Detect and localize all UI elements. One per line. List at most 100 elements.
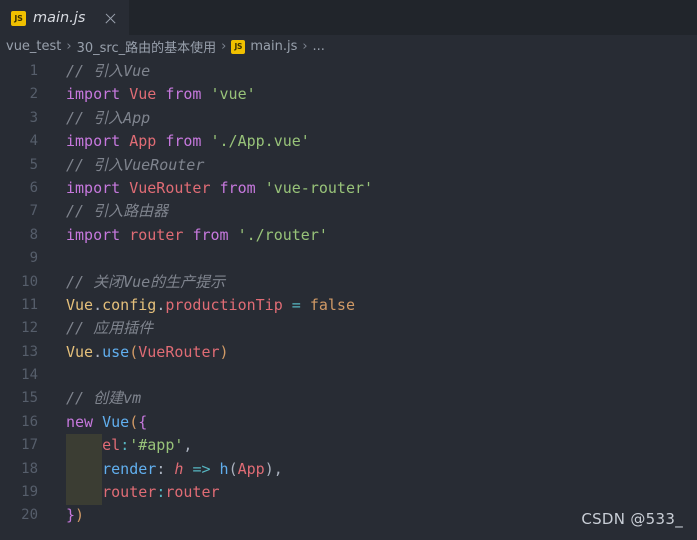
- code-line[interactable]: 4 import App from './App.vue': [0, 130, 697, 153]
- code-line[interactable]: 6 import VueRouter from 'vue-router': [0, 177, 697, 200]
- code-line[interactable]: 16 new Vue({: [0, 411, 697, 434]
- line-number: 14: [21, 367, 38, 384]
- code-line[interactable]: 1 // 引入Vue: [0, 60, 697, 83]
- line-number: 20: [21, 507, 38, 524]
- line-number: 3: [29, 109, 38, 126]
- code-token: productionTip: [165, 295, 283, 314]
- code-line[interactable]: 3 // 引入App: [0, 107, 697, 130]
- code-token: from: [192, 225, 229, 244]
- line-number: 8: [29, 226, 38, 243]
- code-token: false: [309, 295, 355, 314]
- line-number: 17: [21, 437, 38, 454]
- tab-bar-empty-area: [129, 0, 697, 35]
- code-token: router: [129, 225, 184, 244]
- code-token: from: [165, 132, 202, 151]
- code-token: render: [102, 459, 157, 478]
- breadcrumb-item-main-js[interactable]: JS main.js: [231, 39, 297, 54]
- code-token: '#app': [129, 436, 184, 455]
- code-text: }): [38, 504, 84, 527]
- code-token: // 应用插件: [66, 319, 154, 338]
- code-text: // 引入App: [38, 107, 150, 130]
- line-number: 19: [21, 484, 38, 501]
- line-number: 18: [21, 460, 38, 477]
- breadcrumb-item-folder[interactable]: 30_src_路由的基本使用: [77, 37, 217, 56]
- vscode-window: JS main.js vue_test › 30_src_路由的基本使用 › J…: [0, 0, 697, 540]
- code-token: App: [237, 459, 265, 478]
- breadcrumb-label: ...: [312, 39, 325, 54]
- code-text: // 引入VueRouter: [38, 154, 204, 177]
- code-token: router: [102, 483, 157, 502]
- code-line[interactable]: 8 import router from './router': [0, 224, 697, 247]
- code-text: // 应用插件: [38, 317, 153, 340]
- code-editor[interactable]: 1// 引入Vue 2 import Vue from 'vue' 3// 引入App…: [0, 58, 697, 540]
- code-line[interactable]: 12 // 应用插件: [0, 317, 697, 340]
- code-token: }: [66, 506, 76, 525]
- code-line[interactable]: 9: [0, 247, 697, 270]
- code-token: {: [138, 412, 148, 431]
- line-number: 7: [29, 203, 38, 220]
- close-icon[interactable]: [101, 9, 120, 28]
- code-token: .: [156, 295, 166, 314]
- code-text: // 创建vm: [38, 387, 141, 410]
- breadcrumb-label: vue_test: [6, 39, 62, 54]
- breadcrumb-separator-icon: ›: [221, 39, 227, 54]
- code-token: Vue: [129, 85, 157, 104]
- code-token: router: [165, 483, 220, 502]
- editor-tab-label: main.js: [33, 10, 86, 26]
- code-token: // 关闭Vue的生产提示: [66, 272, 226, 291]
- code-line[interactable]: 13 Vue.use(VueRouter): [0, 341, 697, 364]
- code-token: use: [102, 342, 130, 361]
- code-line[interactable]: 17 el:'#app',: [0, 434, 697, 457]
- code-line[interactable]: 7 // 引入路由器: [0, 200, 697, 223]
- code-text: Vue.config.productionTip = false: [38, 294, 355, 317]
- code-token: :: [156, 459, 175, 478]
- code-text: // 引入路由器: [38, 200, 168, 223]
- code-token: import: [66, 85, 121, 104]
- code-token: App: [129, 132, 157, 151]
- editor-tab-bar: JS main.js: [0, 0, 697, 35]
- code-line[interactable]: 14: [0, 364, 697, 387]
- code-token: ): [219, 342, 229, 361]
- code-line[interactable]: 11 Vue.config.productionTip = false: [0, 294, 697, 317]
- code-token: // 引入VueRouter: [66, 155, 205, 174]
- code-token: :: [120, 436, 130, 455]
- line-number: 9: [29, 250, 38, 267]
- js-file-icon: JS: [231, 39, 246, 54]
- code-token: Vue: [102, 412, 130, 431]
- line-number: 2: [29, 86, 38, 103]
- code-text: router:router: [38, 481, 220, 504]
- code-token: from: [165, 85, 202, 104]
- code-token: import: [66, 132, 121, 151]
- code-token: :: [156, 483, 166, 502]
- code-line[interactable]: 18 render: h => h(App),: [0, 458, 697, 481]
- editor-tab-main-js[interactable]: JS main.js: [0, 0, 130, 35]
- code-token: 'vue': [210, 85, 256, 104]
- code-line[interactable]: 15 // 创建vm: [0, 387, 697, 410]
- code-text: import App from './App.vue': [38, 130, 310, 153]
- js-file-icon: JS: [11, 10, 26, 26]
- code-token: new: [66, 412, 94, 431]
- breadcrumb-item-vue-test[interactable]: vue_test: [6, 39, 61, 54]
- code-line[interactable]: 19 router:router: [0, 481, 697, 504]
- breadcrumb-label: main.js: [250, 39, 298, 54]
- line-number: 16: [21, 413, 38, 430]
- code-line[interactable]: 5 // 引入VueRouter: [0, 154, 697, 177]
- line-number: 5: [29, 156, 38, 173]
- line-number: 13: [21, 343, 38, 360]
- line-number: 6: [29, 179, 38, 196]
- code-text: import VueRouter from 'vue-router': [38, 177, 373, 200]
- code-line[interactable]: 10 // 关闭Vue的生产提示: [0, 271, 697, 294]
- code-token: VueRouter: [129, 178, 211, 197]
- code-token: .: [93, 342, 103, 361]
- code-line[interactable]: 2 import Vue from 'vue': [0, 83, 697, 106]
- breadcrumb-item-overflow[interactable]: ...: [313, 39, 325, 54]
- code-lines-container: 1// 引入Vue 2 import Vue from 'vue' 3// 引入App…: [0, 58, 697, 528]
